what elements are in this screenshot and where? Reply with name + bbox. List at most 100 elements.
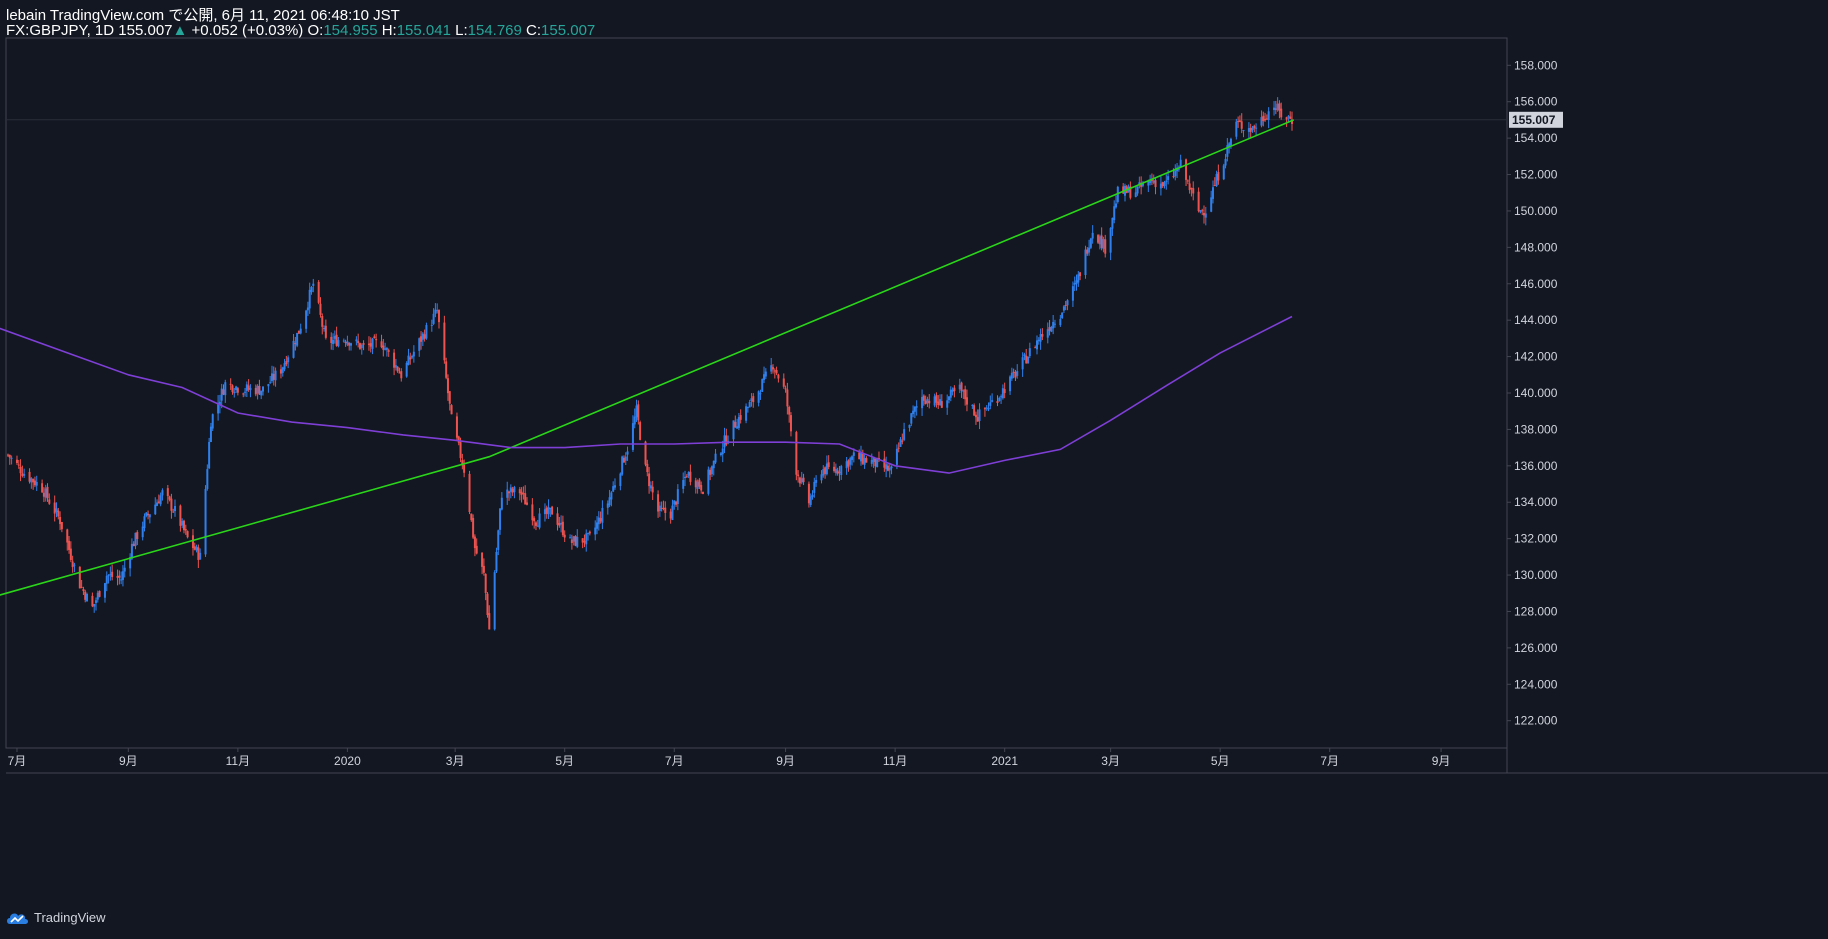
candle-body [1167, 176, 1170, 180]
candle-body [42, 492, 45, 497]
candle-body [436, 310, 439, 312]
candle-body [1064, 304, 1067, 306]
candle-body [637, 404, 640, 421]
candle-body [1104, 239, 1107, 254]
candle-body [1025, 355, 1028, 364]
candle-body [220, 388, 223, 401]
candle-body [669, 511, 672, 519]
candle-body [193, 546, 196, 550]
candle-body [1071, 286, 1074, 301]
time-tick-label: 11月 [883, 754, 907, 768]
candle-body [698, 479, 701, 487]
candle-body [96, 592, 99, 600]
candle-body [563, 534, 566, 538]
candle-body [332, 339, 335, 344]
candle-body [448, 391, 451, 404]
candle-body [1165, 180, 1168, 182]
candle-body [445, 361, 448, 378]
time-tick-label: 7月 [665, 754, 684, 768]
candle-body [509, 487, 512, 492]
candle-body [631, 423, 634, 450]
candle-body [658, 505, 661, 511]
price-tick-label: 124.000 [1514, 677, 1558, 691]
candle-body [231, 385, 234, 393]
candle-body [1023, 354, 1026, 357]
candle-body [1199, 210, 1202, 213]
candle-body [493, 572, 496, 630]
candle-body [825, 463, 828, 475]
candle-body [815, 480, 818, 483]
time-axis[interactable]: 7月 9月 11月 2020 3月 5月 7月 9月 11月 2021 3月 5月 7月 9月 [8, 748, 1451, 768]
candle-body [676, 489, 679, 505]
candle-body [685, 476, 688, 478]
candle-body [385, 347, 388, 350]
candle-body [1109, 228, 1112, 253]
candle-body [525, 502, 528, 505]
candle-body [836, 470, 839, 474]
candle-body [191, 535, 194, 549]
candle-body [851, 456, 854, 460]
candle-body [421, 333, 424, 340]
candle-body [560, 522, 563, 525]
candle-body [224, 382, 227, 396]
candle-body [68, 540, 71, 550]
candle-body [59, 516, 62, 525]
candle-body [94, 600, 97, 603]
candle-body [1053, 323, 1056, 325]
candle-body [430, 324, 433, 326]
price-chart[interactable]: 122.000 124.000 126.000 128.000 130.000 132.0… [0, 0, 1828, 939]
candle-body [235, 386, 238, 391]
price-axis[interactable]: 122.000 124.000 126.000 128.000 130.000 132.0… [1507, 58, 1563, 728]
candle-body [1000, 396, 1003, 398]
candle-body [1079, 272, 1082, 277]
candle-body [1077, 274, 1080, 283]
candle-body [269, 382, 272, 384]
price-tick-label: 134.000 [1514, 495, 1558, 509]
candle-body [360, 344, 363, 349]
candle-body [281, 367, 284, 373]
candle-body [229, 383, 232, 385]
candle-body [41, 483, 44, 493]
candle-body [840, 466, 843, 475]
candle-body [626, 451, 629, 455]
candle-body [272, 373, 275, 380]
candle-body [596, 522, 599, 529]
candle-body [538, 513, 541, 528]
candle-body [978, 409, 981, 422]
candle-body [903, 429, 906, 440]
candle-body [1260, 117, 1263, 126]
candle-body [159, 495, 162, 505]
candle-body [1037, 339, 1040, 342]
footer-brand[interactable]: TradingView [6, 910, 106, 925]
candle-body [174, 505, 177, 512]
candle-body [66, 529, 69, 543]
candle-body [299, 328, 302, 334]
candle-body [608, 497, 611, 506]
candle-body [310, 287, 313, 293]
candle-body [937, 401, 940, 406]
candle-body [899, 439, 902, 447]
price-tick-label: 144.000 [1514, 313, 1558, 327]
candle-body [32, 479, 35, 483]
candle-body [948, 396, 951, 401]
price-tick-label: 154.000 [1514, 131, 1558, 145]
candle-body [951, 389, 954, 392]
candle-body [671, 505, 674, 520]
time-tick-label: 9月 [119, 754, 138, 768]
candle-body [860, 452, 863, 462]
candle-body [646, 463, 649, 473]
candle-body [1088, 247, 1091, 253]
candle-body [1035, 340, 1038, 350]
candle-body [168, 496, 171, 500]
candle-body [283, 363, 286, 370]
candle-body [784, 388, 787, 390]
plot-border [5, 37, 1508, 749]
candle-body [973, 405, 976, 416]
candle-body [770, 365, 773, 372]
time-tick-label: 9月 [1432, 754, 1451, 768]
candle-body [1253, 125, 1256, 129]
candle-body [1073, 283, 1076, 285]
candle-body [1201, 210, 1204, 212]
candle-body [19, 466, 22, 474]
candle-body [55, 508, 58, 512]
